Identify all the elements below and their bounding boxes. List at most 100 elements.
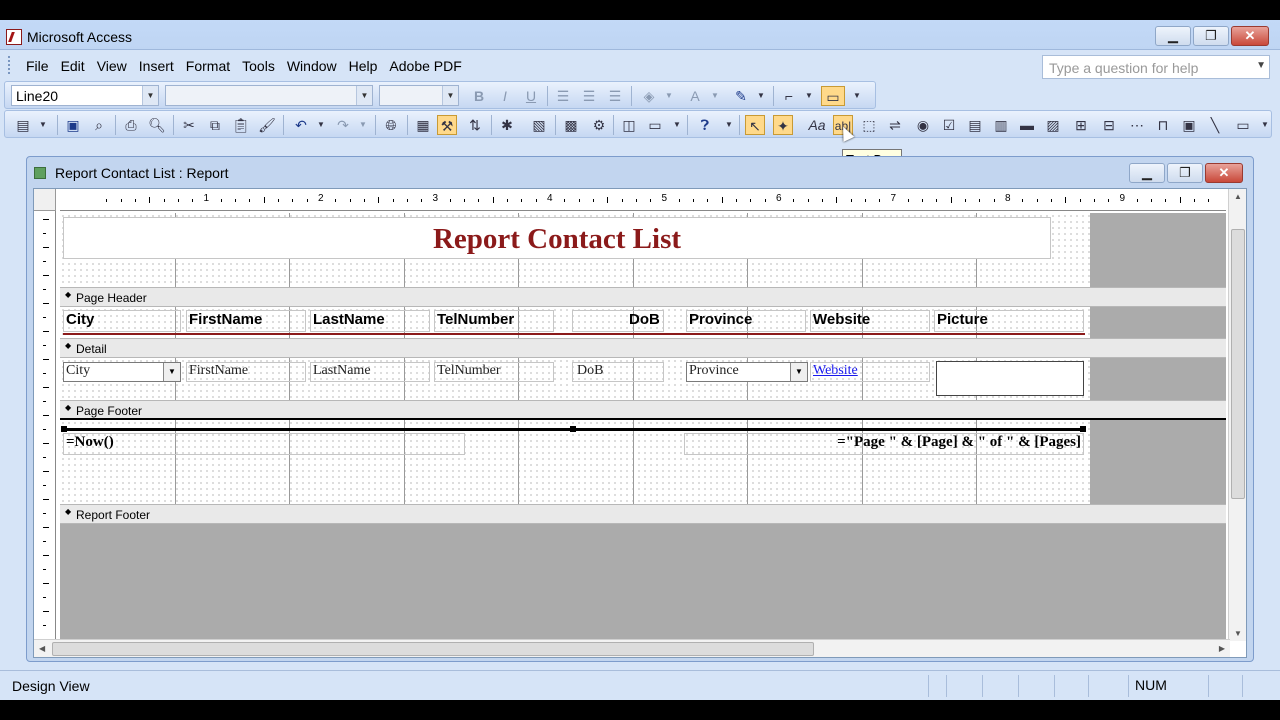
menubar-grip[interactable] xyxy=(8,56,12,74)
new-object-icon[interactable]: ▭ xyxy=(645,115,665,135)
redo-dropdown-icon[interactable]: ▼ xyxy=(353,115,373,135)
undo-icon[interactable]: ↶ xyxy=(291,115,311,135)
report-minimize-button[interactable]: ▁ xyxy=(1129,163,1165,183)
line-width-icon[interactable]: ⌐ xyxy=(779,86,799,106)
scroll-up-icon[interactable]: ▲ xyxy=(1234,192,1242,201)
option-group-icon[interactable]: ⬚ xyxy=(859,115,879,135)
selection-handle[interactable] xyxy=(570,426,576,432)
picture-frame[interactable] xyxy=(936,361,1084,396)
vertical-scroll-thumb[interactable] xyxy=(1231,229,1245,499)
scroll-down-icon[interactable]: ▼ xyxy=(1234,629,1242,638)
line-color-dropdown-icon[interactable]: ▼ xyxy=(751,86,771,106)
line-width-dropdown-icon[interactable]: ▼ xyxy=(799,86,819,106)
fill-color-dropdown-icon[interactable]: ▼ xyxy=(659,86,679,106)
list-box-icon[interactable]: ▥ xyxy=(991,115,1011,135)
menu-edit[interactable]: Edit xyxy=(55,57,91,75)
image-icon[interactable]: ▨ xyxy=(1043,115,1063,135)
font-combo-arrow-icon[interactable]: ▼ xyxy=(356,86,372,105)
page-break-icon[interactable]: ⋯ xyxy=(1127,115,1147,135)
page-number-text-box[interactable]: ="Page " & [Page] & " of " & [Pages] xyxy=(684,433,1084,455)
ruler-corner[interactable] xyxy=(34,189,56,211)
header-label-province[interactable]: Province xyxy=(686,310,806,332)
copy-icon[interactable]: ⧉ xyxy=(205,115,225,135)
vertical-ruler[interactable] xyxy=(34,211,56,641)
command-button-icon[interactable]: ▬ xyxy=(1017,115,1037,135)
combo-box-icon[interactable]: ▤ xyxy=(965,115,985,135)
menu-window[interactable]: Window xyxy=(281,57,343,75)
report-close-button[interactable]: ✕ xyxy=(1205,163,1243,183)
page-header-section[interactable]: City FirstName LastName TelNumber DoB Pr… xyxy=(60,307,1090,338)
font-color-icon[interactable]: A xyxy=(685,86,705,106)
sorting-grouping-icon[interactable]: ⇅ xyxy=(465,115,485,135)
now-text-box[interactable]: =Now() xyxy=(63,433,465,455)
font-combo[interactable]: ▼ xyxy=(165,85,373,106)
fill-color-icon[interactable]: ◈ xyxy=(639,86,659,106)
page-footer-bar[interactable]: Page Footer xyxy=(60,400,1226,420)
selection-handle[interactable] xyxy=(61,426,67,432)
tab-control-icon[interactable]: ⊓ xyxy=(1153,115,1173,135)
toolbar-options-icon[interactable]: ▼ xyxy=(719,115,739,135)
toolbox-options-icon[interactable]: ▼ xyxy=(1255,115,1275,135)
header-label-picture[interactable]: Picture xyxy=(934,310,1084,332)
close-button[interactable]: ✕ xyxy=(1231,26,1269,46)
help-icon[interactable]: ❓︎ xyxy=(695,115,715,135)
field-list-icon[interactable]: ▦ xyxy=(413,115,433,135)
menu-adobe-pdf[interactable]: Adobe PDF xyxy=(383,57,467,75)
bound-object-frame-icon[interactable]: ⊟ xyxy=(1099,115,1119,135)
undo-dropdown-icon[interactable]: ▼ xyxy=(311,115,331,135)
website-hyperlink-box[interactable]: Website xyxy=(810,362,930,382)
city-combo-box[interactable]: City ▼ xyxy=(63,362,181,382)
view-dropdown-icon[interactable]: ▼ xyxy=(33,115,53,135)
underline-icon[interactable]: U xyxy=(521,86,541,106)
align-right-icon[interactable]: ☰ xyxy=(605,86,625,106)
autoformat-icon[interactable]: ✱ xyxy=(497,115,517,135)
rectangle-tool-icon[interactable]: ▭ xyxy=(1233,115,1253,135)
size-combo-arrow-icon[interactable]: ▼ xyxy=(442,86,458,105)
print-icon[interactable]: ⎙ xyxy=(121,115,141,135)
paste-icon[interactable]: 📋︎ xyxy=(231,115,251,135)
report-header-section[interactable]: Report Contact List xyxy=(60,213,1090,287)
telnumber-text-box[interactable]: TelNumber xyxy=(434,362,554,382)
cut-icon[interactable]: ✂ xyxy=(179,115,199,135)
header-label-telnumber[interactable]: TelNumber xyxy=(434,310,554,332)
save-icon[interactable]: ▣ xyxy=(63,115,83,135)
line-tool-icon[interactable]: ╲ xyxy=(1205,115,1225,135)
hyperlink-icon[interactable]: 🌐︎ xyxy=(381,115,401,135)
toolbox-icon[interactable]: ⚒ xyxy=(437,115,457,135)
menu-format[interactable]: Format xyxy=(180,57,236,75)
menu-help[interactable]: Help xyxy=(343,57,384,75)
menu-view[interactable]: View xyxy=(91,57,133,75)
font-size-combo[interactable]: ▼ xyxy=(379,85,459,106)
lastname-text-box[interactable]: LastName xyxy=(310,362,430,382)
align-left-icon[interactable]: ☰ xyxy=(553,86,573,106)
font-color-dropdown-icon[interactable]: ▼ xyxy=(705,86,725,106)
page-footer-section[interactable]: =Now() ="Page " & [Page] & " of " & [Pag… xyxy=(60,420,1090,504)
subreport-icon[interactable]: ▣ xyxy=(1179,115,1199,135)
check-box-icon[interactable]: ☑ xyxy=(939,115,959,135)
select-objects-icon[interactable]: ↖ xyxy=(745,115,765,135)
menu-tools[interactable]: Tools xyxy=(236,57,281,75)
restore-button[interactable]: ❐ xyxy=(1193,26,1229,46)
selection-handle[interactable] xyxy=(1080,426,1086,432)
horizontal-scroll-thumb[interactable] xyxy=(52,642,814,656)
control-wizards-icon[interactable]: ✦ xyxy=(773,115,793,135)
menu-insert[interactable]: Insert xyxy=(133,57,180,75)
report-design-surface[interactable]: Report Contact List Page Header City Fir… xyxy=(60,213,1226,641)
design-canvas[interactable]: 12345678910 Report Contact List Page Hea… xyxy=(33,188,1247,658)
report-footer-bar[interactable]: Report Footer xyxy=(60,504,1226,524)
line-color-icon[interactable]: ✎ xyxy=(731,86,751,106)
help-dropdown-icon[interactable]: ▼ xyxy=(1256,60,1266,71)
access-app-icon[interactable] xyxy=(6,29,22,45)
file-search-icon[interactable]: ⌕ xyxy=(89,115,109,135)
object-combo-arrow-icon[interactable]: ▼ xyxy=(142,86,158,105)
header-label-firstname[interactable]: FirstName xyxy=(186,310,306,332)
page-header-bar[interactable]: Page Header xyxy=(60,287,1226,307)
dob-text-box[interactable]: DoB xyxy=(572,362,664,382)
city-dropdown-icon[interactable]: ▼ xyxy=(163,363,180,381)
object-combo[interactable]: Line20 ▼ xyxy=(11,85,159,106)
special-effect-icon[interactable]: ▭ xyxy=(821,86,845,106)
report-title-label[interactable]: Report Contact List xyxy=(63,217,1051,259)
italic-icon[interactable]: I xyxy=(495,86,515,106)
header-label-website[interactable]: Website xyxy=(810,310,930,332)
vertical-scrollbar[interactable]: ▲ ▼ xyxy=(1228,189,1246,641)
